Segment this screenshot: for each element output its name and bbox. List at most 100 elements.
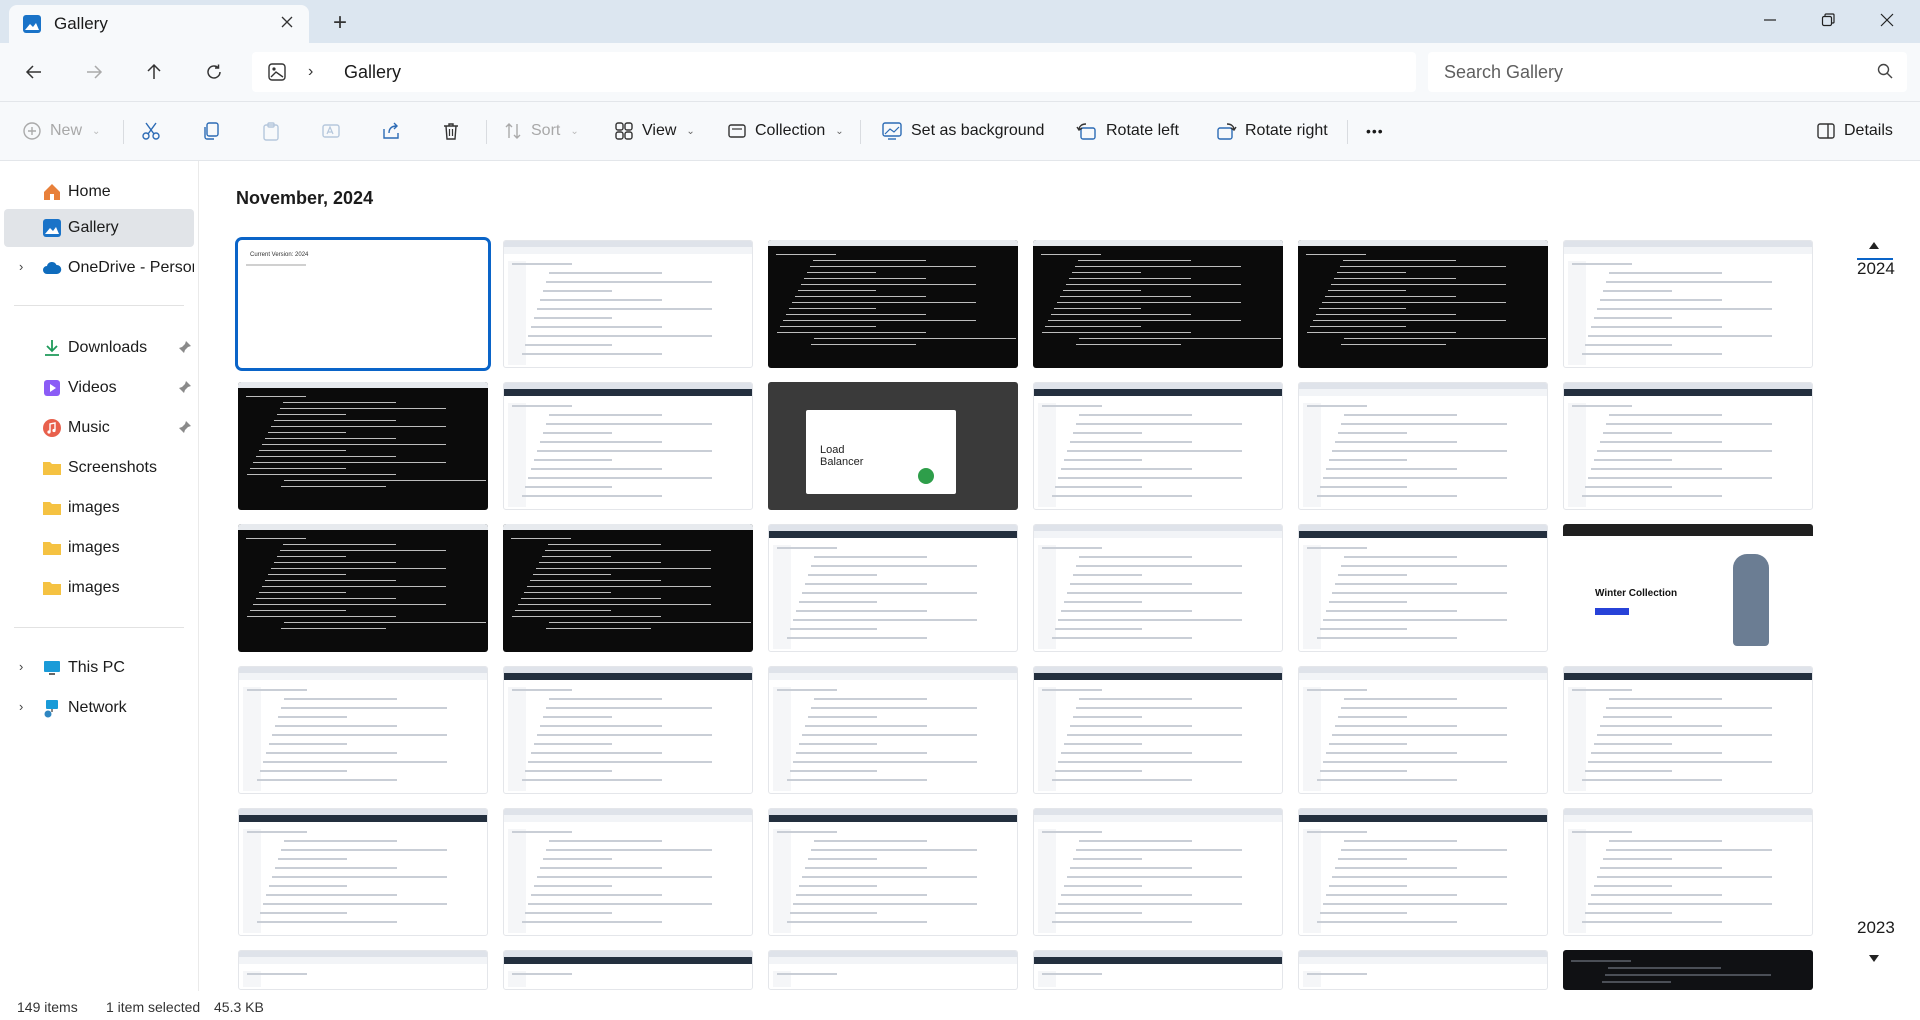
cut-button[interactable] <box>141 114 161 148</box>
photo-thumbnail[interactable] <box>1033 382 1283 510</box>
thumbnail-content-line <box>1603 858 1672 860</box>
forward-button[interactable] <box>77 55 111 89</box>
thumbnail-content-line <box>1057 302 1241 303</box>
sidebar-item-onedrive[interactable]: › OneDrive - Persona <box>4 249 194 287</box>
thumbnail-content-line <box>537 450 712 452</box>
photo-thumbnail[interactable] <box>1563 808 1813 936</box>
photo-thumbnail[interactable] <box>1298 382 1548 510</box>
set-as-background-button[interactable]: Set as background <box>881 114 1044 148</box>
photo-thumbnail[interactable] <box>1563 950 1813 990</box>
photo-thumbnail[interactable] <box>768 950 1018 990</box>
thumbnail-content-line <box>1331 284 1506 285</box>
sidebar-item-music[interactable]: Music <box>4 409 194 447</box>
pin-icon[interactable] <box>178 340 192 354</box>
pin-icon[interactable] <box>178 380 192 394</box>
photo-thumbnail[interactable] <box>1563 240 1813 368</box>
photo-thumbnail[interactable] <box>1033 808 1283 936</box>
photo-thumbnail[interactable] <box>1563 666 1813 794</box>
sidebar-item-screenshots[interactable]: Screenshots <box>4 449 194 487</box>
thumbnail-content-line <box>811 849 977 851</box>
rotate-right-button[interactable]: Rotate right <box>1215 114 1328 148</box>
photo-thumbnail[interactable] <box>503 950 753 990</box>
address-field[interactable]: › Gallery <box>252 52 1416 92</box>
sidebar-item-images-2[interactable]: images <box>4 529 194 567</box>
close-tab-button[interactable] <box>276 11 298 33</box>
view-label: View <box>642 122 677 139</box>
sidebar-item-images-1[interactable]: images <box>4 489 194 527</box>
chevron-right-icon[interactable]: › <box>19 259 23 274</box>
photo-thumbnail[interactable] <box>1033 666 1283 794</box>
view-button[interactable]: View ⌄ <box>614 114 695 148</box>
photo-thumbnail[interactable] <box>1033 524 1283 652</box>
up-button[interactable] <box>137 55 171 89</box>
photo-thumbnail[interactable] <box>1033 240 1283 368</box>
photo-thumbnail[interactable] <box>503 240 753 368</box>
timeline-year-2023[interactable]: 2023 <box>1857 918 1895 938</box>
photo-thumbnail[interactable] <box>768 524 1018 652</box>
photo-thumbnail[interactable] <box>1563 382 1813 510</box>
photo-thumbnail[interactable] <box>1298 808 1548 936</box>
thumbnail-content-line <box>1591 894 1722 896</box>
photo-thumbnail[interactable]: Winter Collection <box>1563 524 1813 652</box>
new-button[interactable]: New ⌄ <box>22 114 100 148</box>
sidebar-item-network[interactable]: › Network <box>4 689 194 727</box>
scroll-up-icon[interactable] <box>1868 240 1880 250</box>
photo-thumbnail[interactable] <box>503 382 753 510</box>
photo-thumbnail[interactable] <box>1298 524 1548 652</box>
details-button[interactable]: Details <box>1816 114 1893 148</box>
tab-gallery[interactable]: Gallery <box>9 5 309 43</box>
thumbnail-sidebar <box>1303 829 1321 933</box>
chevron-right-icon[interactable]: › <box>19 659 23 674</box>
rename-button[interactable] <box>321 114 341 148</box>
minimize-button[interactable] <box>1740 0 1800 40</box>
sidebar-item-downloads[interactable]: Downloads <box>4 329 194 367</box>
pin-icon[interactable] <box>178 420 192 434</box>
share-button[interactable] <box>381 114 401 148</box>
sidebar-item-gallery[interactable]: Gallery <box>4 209 194 247</box>
sidebar-item-home[interactable]: Home <box>4 173 194 211</box>
thumbnail-content-line <box>246 264 306 266</box>
more-options-button[interactable]: ••• <box>1366 114 1384 148</box>
collection-button[interactable]: Collection ⌄ <box>727 114 844 148</box>
photo-thumbnail[interactable] <box>1298 950 1548 990</box>
close-window-button[interactable] <box>1857 0 1917 40</box>
photo-thumbnail[interactable] <box>768 666 1018 794</box>
photo-thumbnail[interactable] <box>503 808 753 936</box>
restore-button[interactable] <box>1798 0 1858 40</box>
sidebar-item-this-pc[interactable]: › This PC <box>4 649 194 687</box>
thumbnail-content-line <box>777 689 837 691</box>
timeline-year-2024[interactable]: 2024 <box>1857 259 1895 279</box>
photo-thumbnail[interactable] <box>768 808 1018 936</box>
thumbnail-content-line <box>787 921 927 923</box>
refresh-button[interactable] <box>197 55 231 89</box>
thumbnail-content-line <box>1051 314 1191 315</box>
sort-button[interactable]: Sort ⌄ <box>503 114 579 148</box>
sidebar-item-videos[interactable]: Videos <box>4 369 194 407</box>
copy-button[interactable] <box>201 114 221 148</box>
photo-thumbnail[interactable] <box>1298 240 1548 368</box>
photo-thumbnail[interactable] <box>1033 950 1283 990</box>
delete-button[interactable] <box>441 114 461 148</box>
photo-thumbnail[interactable] <box>503 666 753 794</box>
photo-thumbnail[interactable]: Current Version: 2024 <box>238 240 488 368</box>
thumbnail-content-line <box>1045 326 1141 327</box>
photo-thumbnail[interactable] <box>238 382 488 510</box>
photo-thumbnail[interactable] <box>238 666 488 794</box>
chevron-right-icon[interactable]: › <box>19 699 23 714</box>
photo-thumbnail[interactable] <box>238 524 488 652</box>
photo-thumbnail[interactable] <box>238 950 488 990</box>
new-tab-button[interactable]: + <box>327 9 353 36</box>
back-button[interactable] <box>17 55 51 89</box>
photo-thumbnail[interactable] <box>503 524 753 652</box>
scroll-down-icon[interactable] <box>1868 954 1880 964</box>
paste-button[interactable] <box>261 114 281 148</box>
breadcrumb[interactable]: Gallery <box>344 62 401 83</box>
rotate-left-button[interactable]: Rotate left <box>1076 114 1179 148</box>
photo-thumbnail[interactable]: Load Balancer <box>768 382 1018 510</box>
photo-thumbnail[interactable] <box>238 808 488 936</box>
sidebar-item-images-3[interactable]: images <box>4 569 194 607</box>
search-input[interactable]: Search Gallery <box>1428 52 1907 92</box>
photo-thumbnail[interactable] <box>768 240 1018 368</box>
photo-thumbnail[interactable] <box>1298 666 1548 794</box>
thumbnail-toolbar <box>504 815 752 822</box>
